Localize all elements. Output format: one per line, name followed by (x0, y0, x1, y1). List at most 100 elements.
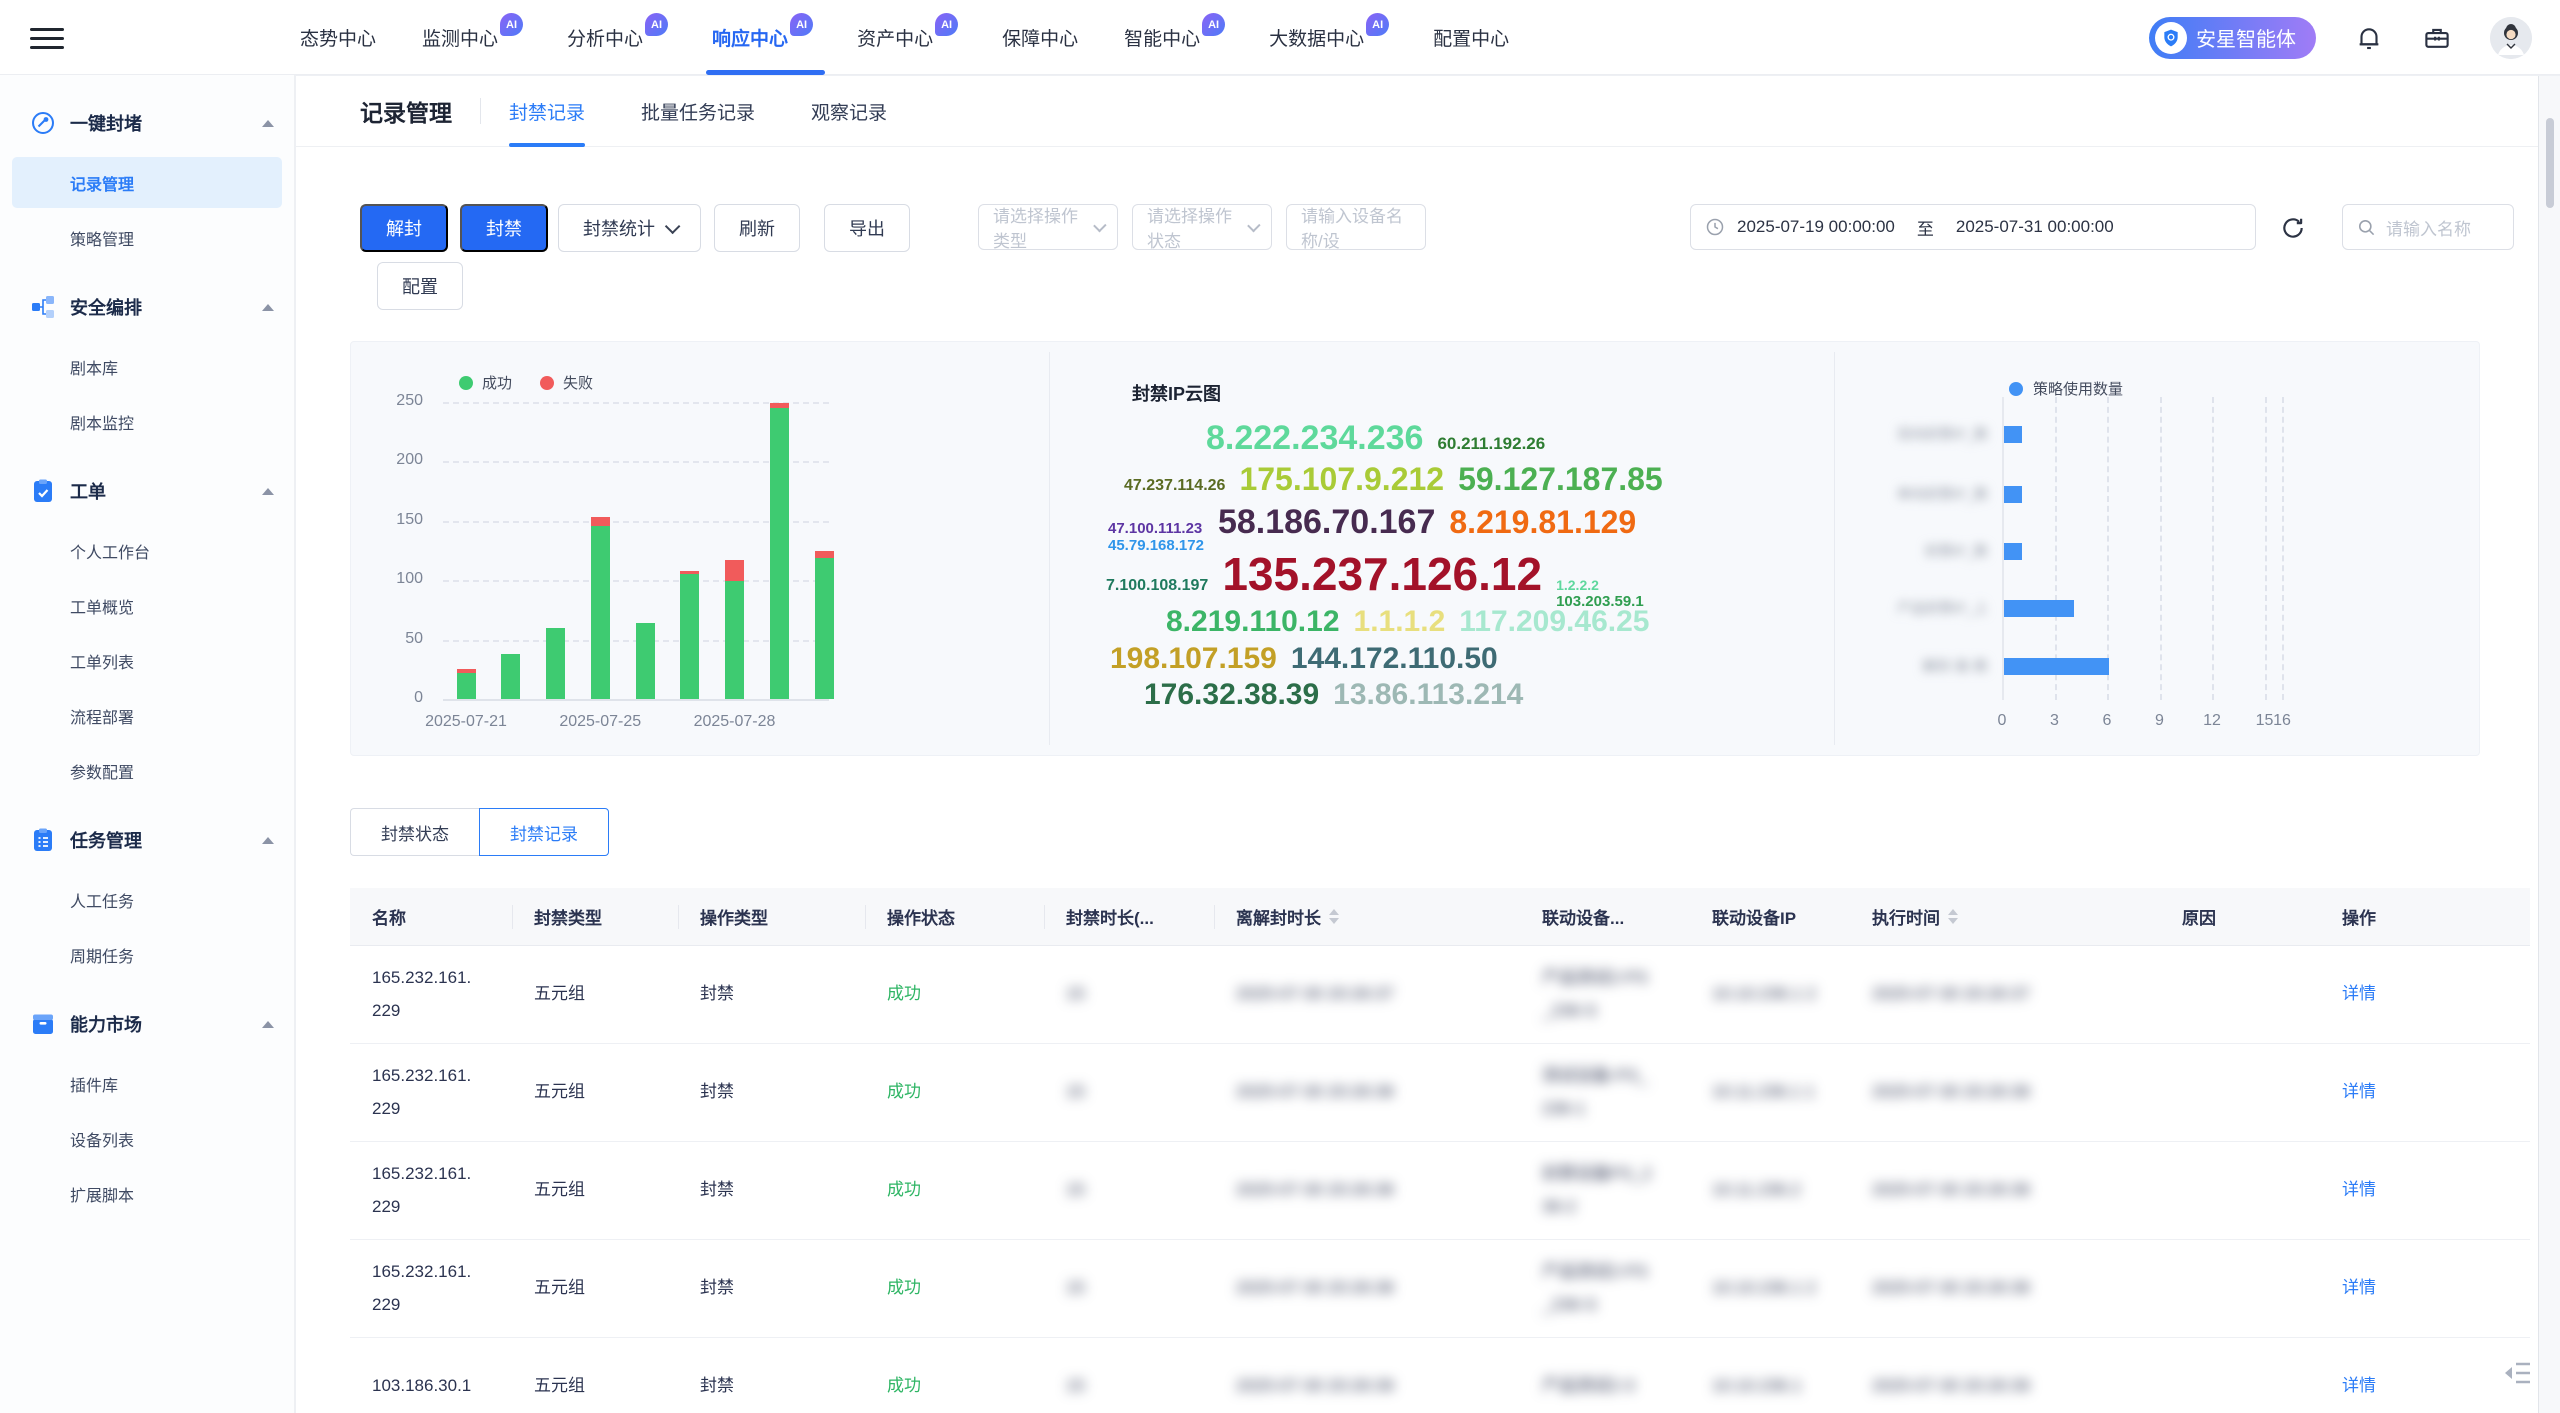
detail-link[interactable]: 详情 (2320, 978, 2530, 1010)
wordcloud-word[interactable]: 198.107.159 (1110, 642, 1277, 676)
column-header-离解封时长[interactable]: 离解封时长 (1214, 888, 1520, 945)
detail-link[interactable]: 详情 (2320, 1076, 2530, 1108)
bar-success[interactable] (636, 623, 655, 699)
wordcloud-word[interactable]: 8.222.234.236 (1206, 419, 1423, 458)
hamburger-menu-icon[interactable] (30, 22, 64, 52)
config-button[interactable]: 配置 (377, 262, 463, 310)
sort-icon[interactable] (1329, 909, 1339, 924)
nav-item-大数据中心[interactable]: 大数据中心AI (1269, 0, 1387, 75)
date-range-picker[interactable]: 2025-07-19 00:00:00 至 2025-07-31 00:00:0… (1690, 204, 2256, 250)
sidebar-item-剧本库[interactable]: 剧本库 (12, 341, 282, 392)
sidebar-group-工单[interactable]: 工单 (0, 461, 294, 521)
wordcloud-word[interactable]: 117.209.46.25 (1459, 605, 1649, 639)
policy-usage-bar[interactable] (2004, 543, 2022, 560)
unban-button[interactable]: 解封 (360, 204, 448, 252)
wordcloud-word[interactable]: 47.237.114.26 (1124, 477, 1225, 495)
bar-success[interactable] (770, 408, 789, 699)
sidebar-item-工单概览[interactable]: 工单概览 (12, 580, 282, 631)
sidebar-item-参数配置[interactable]: 参数配置 (12, 745, 282, 796)
policy-usage-bar[interactable] (2004, 426, 2022, 443)
detail-link[interactable]: 详情 (2320, 1370, 2530, 1402)
scrollbar-thumb[interactable] (2546, 118, 2554, 208)
nav-item-保障中心[interactable]: 保障中心 (1002, 0, 1078, 75)
ban-button[interactable]: 封禁 (460, 204, 548, 252)
policy-usage-bar[interactable] (2004, 600, 2074, 617)
bar-success[interactable] (815, 558, 834, 699)
bar-success[interactable] (457, 673, 476, 699)
wordcloud-word[interactable]: 58.186.70.167 (1218, 503, 1435, 542)
sidebar-item-记录管理[interactable]: 记录管理 (12, 157, 282, 208)
nav-item-资产中心[interactable]: 资产中心AI (857, 0, 956, 75)
policy-usage-bar[interactable] (2004, 658, 2109, 675)
bar-fail[interactable] (770, 403, 789, 408)
wordcloud-word[interactable]: 13.86.113.214 (1333, 678, 1523, 712)
wordcloud-word[interactable]: 176.32.38.39 (1144, 678, 1319, 712)
tab-封禁记录[interactable]: 封禁记录 (509, 76, 585, 147)
wordcloud-word[interactable]: 7.100.108.197 (1106, 577, 1208, 595)
nav-item-态势中心[interactable]: 态势中心 (300, 0, 376, 75)
column-header-执行时间[interactable]: 执行时间 (1850, 888, 2160, 945)
wordcloud-word[interactable]: 8.219.81.129 (1449, 504, 1636, 541)
view-tab-封禁状态[interactable]: 封禁状态 (350, 808, 479, 856)
bar-success[interactable] (591, 526, 610, 699)
sidebar-group-任务管理[interactable]: 任务管理 (0, 810, 294, 870)
bar-success[interactable] (725, 581, 744, 699)
policy-usage-bar[interactable] (2004, 486, 2022, 503)
notifications-bell-icon[interactable] (2354, 23, 2384, 53)
wordcloud-word[interactable]: 8.219.110.12 (1166, 605, 1340, 639)
sidebar-collapse-icon[interactable] (2502, 1360, 2532, 1391)
scrollbar-track[interactable] (2538, 76, 2560, 1413)
sidebar-group-安全编排[interactable]: 安全编排 (0, 277, 294, 337)
sidebar-item-个人工作台[interactable]: 个人工作台 (12, 525, 282, 576)
refresh-button[interactable]: 刷新 (714, 204, 800, 252)
sidebar-group-一键封堵[interactable]: 一键封堵 (0, 93, 294, 153)
nav-item-响应中心[interactable]: 响应中心AI (712, 0, 811, 75)
bar-fail[interactable] (457, 669, 476, 673)
wordcloud-word[interactable]: 135.237.126.12 (1222, 547, 1542, 601)
nav-item-配置中心[interactable]: 配置中心 (1433, 0, 1509, 75)
op-type-select[interactable]: 请选择操作类型 (978, 204, 1118, 250)
device-name-input[interactable]: 请输入设备名称/设 (1286, 204, 1426, 250)
bar-fail[interactable] (725, 560, 744, 581)
sidebar-group-能力市场[interactable]: 能力市场 (0, 994, 294, 1054)
sidebar-item-剧本监控[interactable]: 剧本监控 (12, 396, 282, 447)
bar-fail[interactable] (680, 571, 699, 575)
wordcloud-word[interactable]: 1.2.2.2 (1556, 577, 1644, 593)
ban-stats-dropdown-button[interactable]: 封禁统计 (558, 204, 701, 252)
bar-success[interactable] (501, 654, 520, 699)
view-tab-封禁记录[interactable]: 封禁记录 (479, 808, 609, 856)
toolbox-icon[interactable] (2422, 23, 2452, 53)
sidebar-item-设备列表[interactable]: 设备列表 (12, 1113, 282, 1164)
sidebar-item-策略管理[interactable]: 策略管理 (12, 212, 282, 263)
sort-icon[interactable] (1948, 909, 1958, 924)
refresh-range-icon[interactable] (2280, 215, 2306, 241)
detail-link[interactable]: 详情 (2320, 1174, 2530, 1206)
detail-link[interactable]: 详情 (2320, 1272, 2530, 1304)
wordcloud-word[interactable]: 59.127.187.85 (1458, 461, 1663, 498)
tab-观察记录[interactable]: 观察记录 (811, 76, 887, 147)
sidebar-item-流程部署[interactable]: 流程部署 (12, 690, 282, 741)
wordcloud-word[interactable]: 47.100.111.23 (1108, 520, 1204, 537)
sidebar-item-人工任务[interactable]: 人工任务 (12, 874, 282, 925)
nav-item-智能中心[interactable]: 智能中心AI (1124, 0, 1223, 75)
nav-item-监测中心[interactable]: 监测中心AI (422, 0, 521, 75)
export-button[interactable]: 导出 (824, 204, 910, 252)
sidebar-item-插件库[interactable]: 插件库 (12, 1058, 282, 1109)
search-input[interactable]: 请输入名称 (2342, 204, 2514, 250)
sidebar-item-周期任务[interactable]: 周期任务 (12, 929, 282, 980)
bar-fail[interactable] (815, 551, 834, 558)
user-avatar[interactable] (2490, 17, 2532, 59)
agent-brand-badge[interactable]: 安星智能体 (2149, 17, 2316, 59)
wordcloud-word[interactable]: 175.107.9.212 (1239, 461, 1444, 498)
sidebar-item-扩展脚本[interactable]: 扩展脚本 (12, 1168, 282, 1219)
bar-success[interactable] (680, 574, 699, 699)
wordcloud-word[interactable]: 60.211.192.26 (1437, 434, 1545, 454)
sidebar-item-工单列表[interactable]: 工单列表 (12, 635, 282, 686)
wordcloud-word[interactable]: 1.1.1.2 (1354, 605, 1446, 639)
bar-success[interactable] (546, 628, 565, 699)
tab-批量任务记录[interactable]: 批量任务记录 (641, 76, 755, 147)
op-status-select[interactable]: 请选择操作状态 (1132, 204, 1272, 250)
wordcloud-word[interactable]: 144.172.110.50 (1291, 642, 1498, 676)
nav-item-分析中心[interactable]: 分析中心AI (567, 0, 666, 75)
bar-fail[interactable] (591, 517, 610, 525)
